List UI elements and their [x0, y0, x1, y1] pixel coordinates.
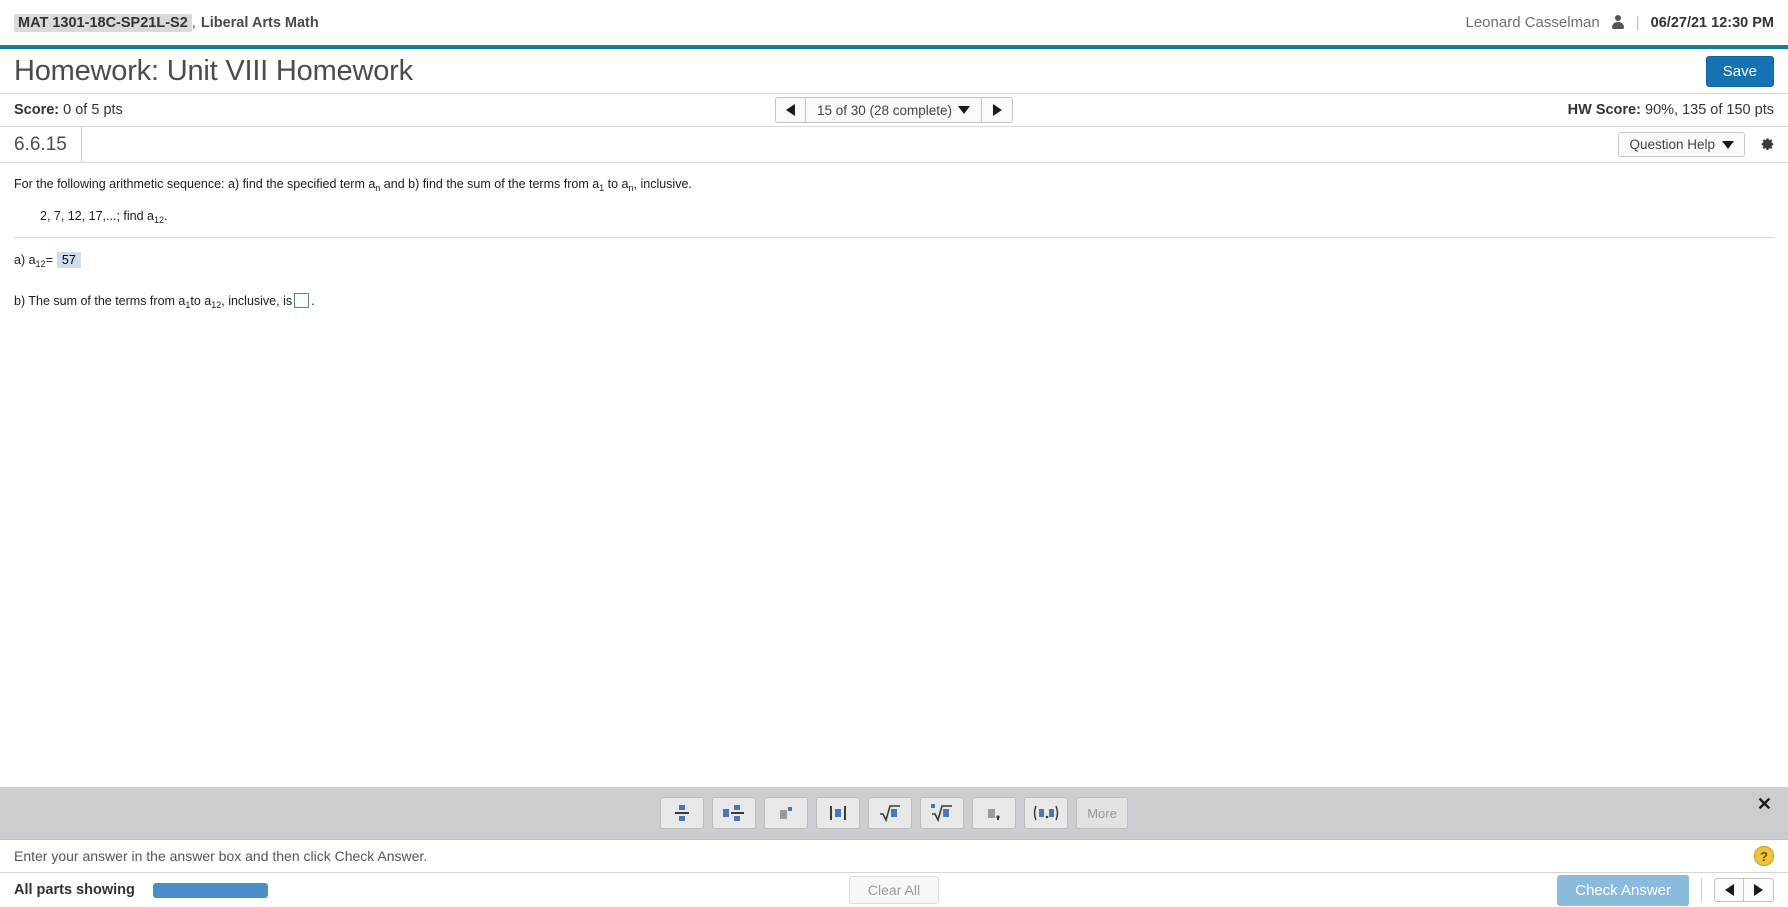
hw-score-value: 90%, 135 of 150 pts — [1645, 102, 1774, 118]
question-navigator: 15 of 30 (28 complete) — [774, 97, 1014, 123]
part-b-text-2: to a — [190, 293, 212, 308]
question-prompt: For the following arithmetic sequence: a… — [14, 177, 1774, 193]
absolute-value-icon — [830, 806, 846, 820]
exponent-icon — [780, 807, 792, 819]
course-code: MAT 1301-18C-SP21L-S2 — [14, 13, 192, 32]
page-title: Homework: Unit VIII Homework — [14, 54, 413, 87]
section-divider — [14, 236, 1774, 238]
part-b-answer-input[interactable] — [294, 292, 310, 308]
fraction-button[interactable] — [660, 797, 704, 829]
sequence-period: . — [163, 208, 168, 223]
previous-question-button[interactable] — [774, 97, 806, 123]
instruction-bar: Enter your answer in the answer box and … — [0, 839, 1788, 873]
exponent-button[interactable] — [764, 797, 808, 829]
hw-score-label: HW Score: — [1567, 102, 1641, 118]
nth-root-button[interactable] — [920, 797, 964, 829]
score-value: 0 of 5 pts — [63, 102, 123, 118]
top-bar-right: Leonard Casselman | 06/27/21 12:30 PM — [1466, 14, 1775, 31]
triangle-left-icon — [1724, 884, 1734, 896]
part-a-label: a) a — [14, 252, 36, 267]
next-question-button[interactable] — [982, 97, 1014, 123]
math-palette-buttons: More — [660, 797, 1128, 829]
all-parts-label: All parts showing — [14, 882, 135, 898]
prompt-subscript-2: 1 — [599, 183, 605, 193]
check-answer-button[interactable]: Check Answer — [1557, 874, 1689, 906]
math-palette: More ✕ — [0, 787, 1788, 839]
prompt-text-3: to a — [604, 177, 629, 191]
gear-icon[interactable] — [1757, 135, 1776, 154]
footer-separator — [1701, 878, 1702, 902]
top-bar: MAT 1301-18C-SP21L-S2, Liberal Arts Math… — [0, 0, 1788, 45]
save-button[interactable]: Save — [1705, 55, 1774, 87]
hw-score: HW Score: 90%, 135 of 150 pts — [1568, 102, 1774, 118]
footer-actions: Check Answer — [1557, 874, 1774, 906]
ordered-pair-button[interactable] — [1024, 797, 1068, 829]
score-row: Score: 0 of 5 pts 15 of 30 (28 complete)… — [0, 94, 1788, 127]
question-help-label: Question Help — [1629, 137, 1715, 152]
triangle-right-icon — [1754, 884, 1763, 896]
exercise-row: 6.6.15 Question Help — [0, 127, 1788, 163]
course-name: Liberal Arts Math — [200, 14, 319, 31]
part-b-row: b) The sum of the terms from a1 to a 12, … — [14, 290, 1774, 310]
part-b-subscript-1: 1 — [185, 299, 191, 310]
part-a-equals: = — [45, 252, 53, 267]
part-a-subscript: 12 — [35, 258, 46, 269]
prompt-text-2: and b) find the sum of the terms from a — [380, 177, 600, 191]
caret-down-icon — [958, 106, 971, 114]
person-icon[interactable] — [1611, 15, 1625, 30]
fraction-icon — [675, 805, 689, 821]
instruction-text: Enter your answer in the answer box and … — [14, 848, 428, 864]
course-separator: , — [191, 14, 196, 31]
part-b-subscript-2: 12 — [211, 299, 222, 310]
prompt-text-4: , inclusive. — [633, 177, 692, 191]
close-icon[interactable]: ✕ — [1757, 795, 1772, 813]
user-name: Leonard Casselman — [1465, 14, 1600, 31]
mixed-number-button[interactable] — [712, 797, 756, 829]
help-icon[interactable]: ? — [1754, 846, 1774, 866]
timestamp: 06/27/21 12:30 PM — [1650, 14, 1774, 31]
parts-progress-bar — [152, 882, 268, 898]
more-button[interactable]: More — [1076, 797, 1128, 829]
list-comma-icon — [988, 809, 1000, 820]
mathxl-homework-page: MAT 1301-18C-SP21L-S2, Liberal Arts Math… — [0, 0, 1788, 907]
part-a-answer-value[interactable]: 57 — [56, 251, 81, 268]
mixed-number-icon — [723, 805, 744, 821]
divider-pipe: | — [1635, 14, 1640, 31]
nth-root-icon — [931, 804, 952, 823]
score-label: Score: — [14, 102, 60, 118]
prompt-subscript-3: n — [628, 183, 634, 193]
triangle-left-icon — [785, 104, 795, 116]
sequence-text: 2, 7, 12, 17,...; find a — [40, 208, 154, 223]
question-selector-dropdown[interactable]: 15 of 30 (28 complete) — [805, 97, 983, 123]
question-help-button[interactable]: Question Help — [1618, 132, 1745, 157]
footer-next-button[interactable] — [1744, 878, 1774, 902]
prompt-subscript-1: n — [375, 183, 381, 193]
sequence-line: 2, 7, 12, 17,...; find a12. — [40, 208, 1774, 225]
part-b-text-3: , inclusive, is — [221, 293, 293, 308]
question-body: For the following arithmetic sequence: a… — [0, 163, 1788, 310]
triangle-right-icon — [992, 104, 1002, 116]
exercise-row-actions: Question Help — [1618, 132, 1788, 157]
exercise-number: 6.6.15 — [0, 127, 82, 162]
caret-down-icon — [1722, 140, 1734, 149]
footer-previous-button[interactable] — [1714, 878, 1744, 902]
list-comma-button[interactable] — [972, 797, 1016, 829]
ordered-pair-icon — [1033, 805, 1059, 821]
part-b-text-1: b) The sum of the terms from a — [14, 293, 186, 308]
prompt-text-1: For the following arithmetic sequence: a… — [14, 177, 376, 191]
course-identity: MAT 1301-18C-SP21L-S2, Liberal Arts Math — [14, 13, 319, 32]
absolute-value-button[interactable] — [816, 797, 860, 829]
square-root-icon — [880, 805, 900, 823]
square-root-button[interactable] — [868, 797, 912, 829]
sequence-subscript: 12 — [153, 214, 164, 225]
title-row: Homework: Unit VIII Homework Save — [0, 49, 1788, 94]
clear-all-button[interactable]: Clear All — [848, 876, 940, 904]
part-a-row: a) a 12 = 57 — [14, 251, 1774, 269]
question-position-label: 15 of 30 (28 complete) — [816, 102, 953, 118]
footer-bar: All parts showing Clear All Check Answer — [0, 873, 1788, 907]
part-b-period: . — [311, 293, 315, 308]
